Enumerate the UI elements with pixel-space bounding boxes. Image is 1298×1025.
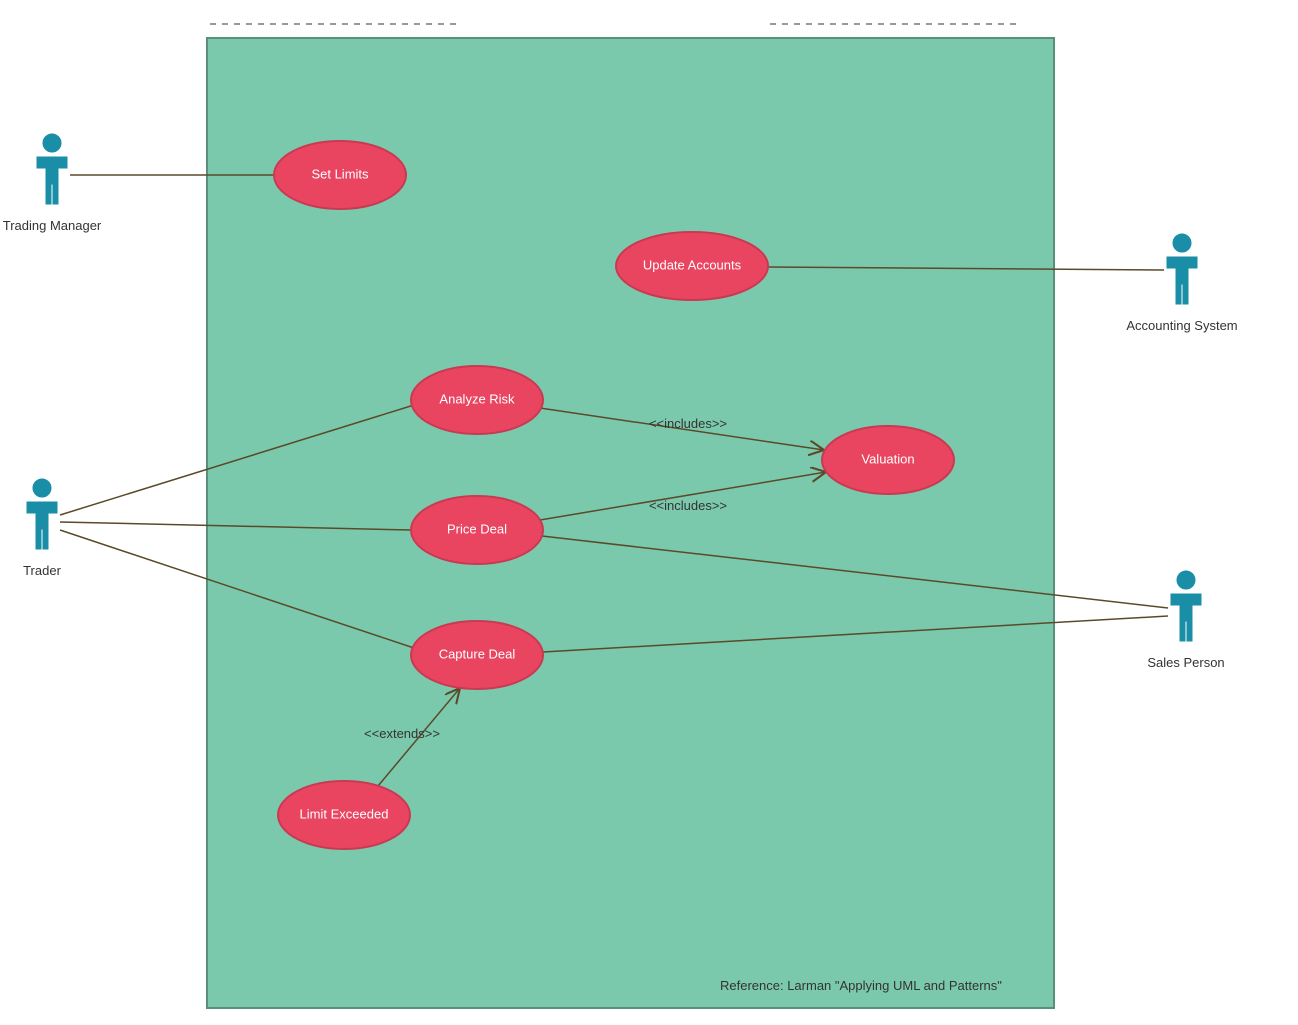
svg-text:Valuation: Valuation — [861, 451, 914, 466]
svg-text:Set Limits: Set Limits — [311, 166, 369, 181]
person-icon — [1167, 234, 1197, 304]
usecase-set-limits: Set Limits — [274, 141, 406, 209]
usecase-limit-exceeded: Limit Exceeded — [278, 781, 410, 849]
person-icon — [37, 134, 67, 204]
usecase-update-accounts: Update Accounts — [616, 232, 768, 300]
svg-text:Analyze Risk: Analyze Risk — [439, 391, 515, 406]
usecase-analyze-risk: Analyze Risk — [411, 366, 543, 434]
actor-accounting-system: Accounting System — [1126, 234, 1237, 333]
svg-text:Limit Exceeded: Limit Exceeded — [300, 806, 389, 821]
svg-text:Price Deal: Price Deal — [447, 521, 507, 536]
use-case-diagram: <<includes>> <<includes>> <<extends>> Se… — [0, 0, 1298, 1025]
svg-text:Accounting System: Accounting System — [1126, 318, 1237, 333]
extend-label-1: <<extends>> — [364, 726, 440, 741]
include-label-2: <<includes>> — [649, 498, 727, 513]
svg-text:Update Accounts: Update Accounts — [643, 257, 742, 272]
usecase-capture-deal: Capture Deal — [411, 621, 543, 689]
reference-text: Reference: Larman "Applying UML and Patt… — [720, 978, 1002, 993]
include-label-1: <<includes>> — [649, 416, 727, 431]
usecase-price-deal: Price Deal — [411, 496, 543, 564]
svg-text:Sales Person: Sales Person — [1147, 655, 1224, 670]
svg-text:Capture Deal: Capture Deal — [439, 646, 516, 661]
person-icon — [27, 479, 57, 549]
person-icon — [1171, 571, 1201, 641]
actor-sales-person: Sales Person — [1147, 571, 1224, 670]
usecase-valuation: Valuation — [822, 426, 954, 494]
actor-trader: Trader — [23, 479, 61, 578]
svg-text:Trading Manager: Trading Manager — [3, 218, 102, 233]
actor-trading-manager: Trading Manager — [3, 134, 102, 233]
svg-text:Trader: Trader — [23, 563, 61, 578]
